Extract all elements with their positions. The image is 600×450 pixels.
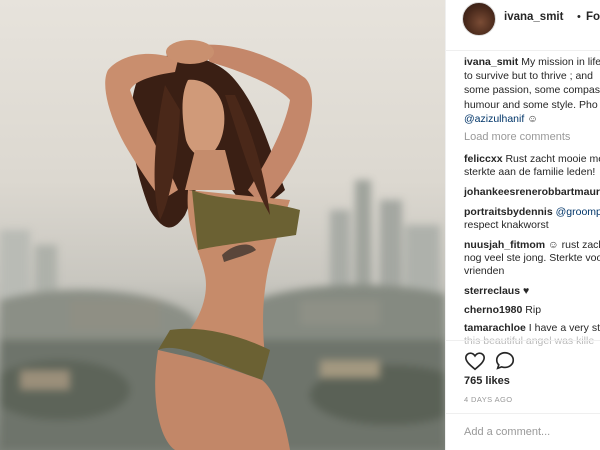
header-separator: • [577,11,581,23]
follow-button[interactable]: Followi [586,11,600,23]
model-figure [105,40,313,450]
comment-text: rust zach [561,239,600,251]
comment: cherno1980 Rip [464,304,541,317]
comment: sterreclaus ♥ [464,285,529,298]
post-sidebar: ivana_smit • Followi ivana_smit My missi… [445,0,600,450]
comment-text-2: sterkte aan de familie leden! [464,166,596,178]
comment: portraitsbydennis @groomp [464,206,600,219]
load-more-comments[interactable]: Load more comments [464,131,570,143]
comment-username[interactable]: johankeesrenerobbartmauri [464,186,600,198]
add-comment-input[interactable]: Add a comment... [464,426,550,438]
likes-count[interactable]: 765 likes [464,375,510,387]
post-date: 4 DAYS AGO [464,395,513,404]
comment-username[interactable]: portraitsbydennis [464,206,553,218]
post-header: ivana_smit • Followi [446,0,600,51]
avatar[interactable] [462,2,496,36]
post-photo[interactable] [0,0,445,450]
comment: feliccxx Rust zacht mooie me [464,153,600,166]
comment-text: ♥ [522,285,530,297]
comment: johankeesrenerobbartmauri [464,186,600,199]
caption: ivana_smit My mission in life to survive… [464,55,600,126]
smile-emoji-icon: ☺ [548,239,559,251]
heart-icon[interactable] [464,350,486,372]
comment-text: I have a very st [528,322,600,334]
comment-username[interactable]: sterreclaus [464,285,520,297]
comment-text-2: nog veel ste jong. Sterkte voo [464,252,600,264]
header-username[interactable]: ivana_smit [504,11,563,23]
comment: nuusjah_fitmom ☺ rust zach [464,239,600,252]
comment-mention[interactable]: @groomp [556,206,600,218]
comment-username[interactable]: nuusjah_fitmom [464,239,545,251]
caption-line-3: some passion, some compass [464,84,600,97]
comment-text-2: respect knakworst [464,219,549,231]
caption-line-2: to survive but to thrive ; and [464,70,593,83]
caption-username[interactable]: ivana_smit [464,56,518,68]
comment-text: Rip [525,304,542,316]
comment-text-3: vrienden [464,265,505,277]
caption-line-4: humour and some style. Pho [464,98,598,111]
comment: tamarachloe I have a very st [464,322,600,335]
emoji-icon: ☺ [527,112,538,125]
comment-username[interactable]: cherno1980 [464,304,522,316]
comment-username[interactable]: tamarachloe [464,322,526,334]
comment-username[interactable]: feliccxx [464,153,503,165]
post-actions: 765 likes 4 DAYS AGO Add a comment... [446,340,600,450]
comment-text: Rust zacht mooie me [505,153,600,165]
caption-line-1: My mission in life [521,56,600,68]
comment-icon[interactable] [494,350,516,372]
add-comment-area[interactable]: Add a comment... [446,413,600,450]
caption-mention[interactable]: @azizulhanif [464,113,524,125]
